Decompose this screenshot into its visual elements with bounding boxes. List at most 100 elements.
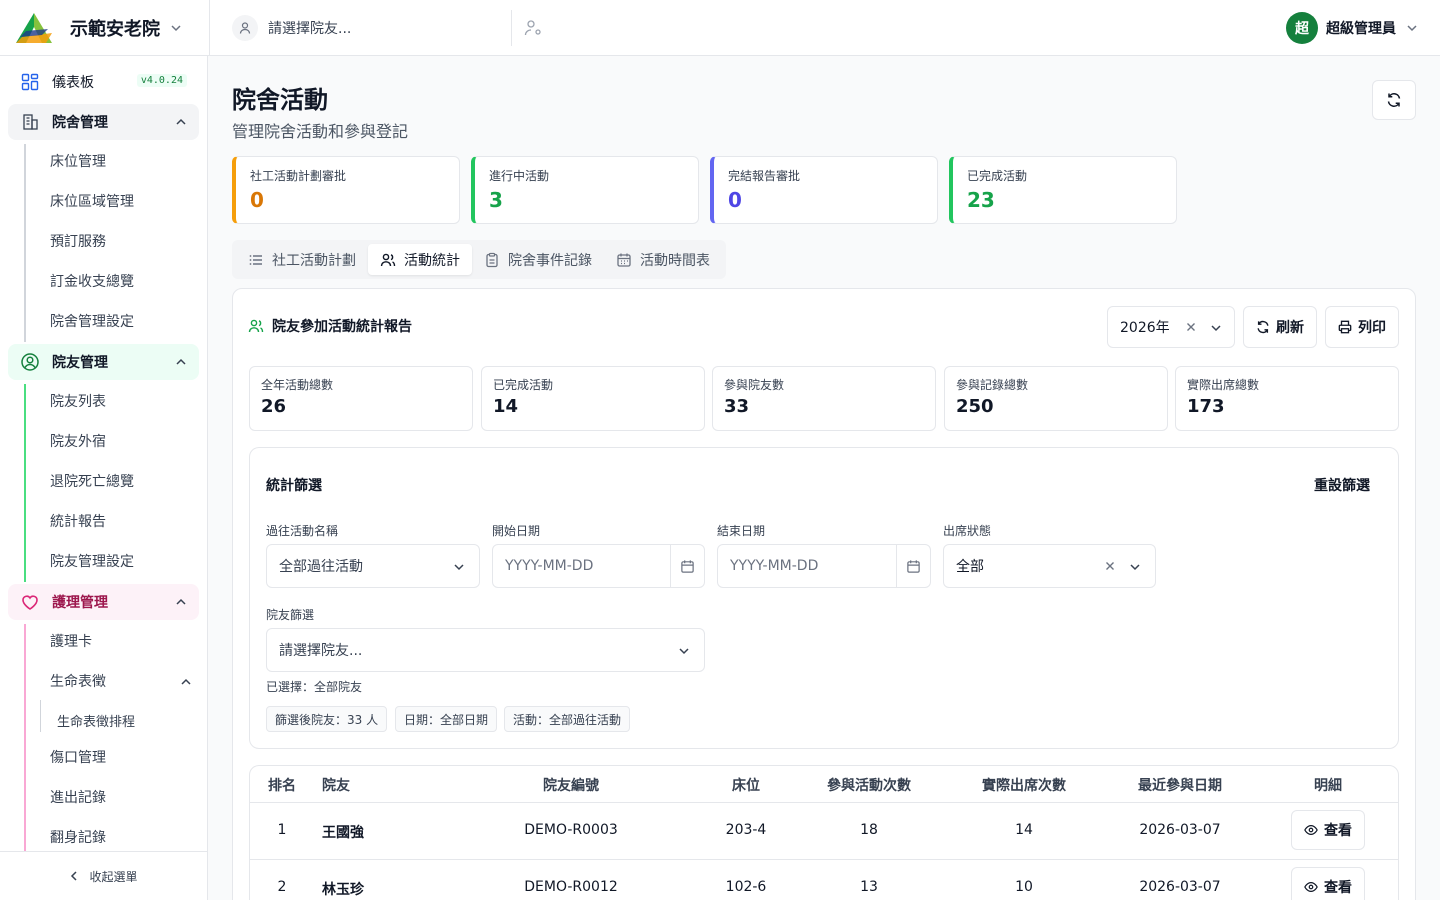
sidebar-group-residents[interactable]: 院友管理 (8, 344, 199, 380)
stat-card-plan-approval[interactable]: 社工活動計劃審批 0 (232, 156, 460, 224)
summary-card-attendance: 實際出席總數 173 (1175, 366, 1399, 431)
tab-incident-records[interactable]: 院舍事件記錄 (472, 244, 604, 275)
print-label: 列印 (1358, 320, 1386, 336)
resident-filter-label: 院友篩選 (266, 608, 315, 622)
clear-icon[interactable] (1103, 559, 1117, 573)
facility-name: 示範安老院 (70, 18, 160, 40)
sidebar-item-bed-area[interactable]: 床位區域管理 (50, 192, 134, 212)
collapse-label: 收起選單 (89, 869, 138, 884)
summary-card-total: 全年活動總數 26 (249, 366, 473, 431)
sidebar-item-label: 儀表板 (52, 75, 94, 91)
resident-selector[interactable]: 請選擇院友... (232, 9, 512, 46)
summary-label: 參與院友數 (724, 378, 785, 392)
clear-icon[interactable] (1184, 320, 1198, 334)
activity-label: 過往活動名稱 (266, 524, 339, 538)
status-select[interactable]: 全部 (943, 544, 1156, 588)
cell-rank: 2 (277, 879, 287, 895)
year-select[interactable]: 2026年 (1107, 306, 1235, 348)
sidebar-item-vital-signs[interactable]: 生命表徵 (50, 672, 106, 692)
tab-label: 活動統計 (404, 252, 460, 269)
summary-label: 全年活動總數 (261, 378, 334, 392)
refresh-button[interactable]: 刷新 (1243, 306, 1317, 348)
view-button[interactable]: 查看 (1291, 867, 1365, 900)
sidebar-item-booking[interactable]: 預訂服務 (50, 232, 106, 252)
cell-name: 王國強 (322, 825, 364, 841)
cell-joined: 18 (860, 822, 878, 838)
stat-value: 0 (250, 188, 264, 212)
cell-attended: 14 (1015, 822, 1033, 838)
sidebar-group-line (24, 384, 26, 582)
sidebar: 儀表板 v4.0.24 院舍管理 床位管理 床位區域管理 預訂服務 訂金收支總覽… (0, 56, 208, 900)
tab-schedule[interactable]: 活動時間表 (604, 244, 722, 275)
sidebar-item-vital-schedule[interactable]: 生命表徵排程 (57, 711, 135, 730)
stat-card-completed[interactable]: 已完成活動 23 (949, 156, 1177, 224)
view-label: 查看 (1324, 880, 1352, 896)
sidebar-group-label: 院舍管理 (52, 115, 108, 131)
filter-section (249, 447, 1399, 749)
sidebar-group-facility[interactable]: 院舍管理 (8, 104, 199, 140)
resident-filter-select[interactable]: 請選擇院友... (266, 628, 705, 672)
end-date-field[interactable]: YYYY-MM-DD (717, 544, 931, 588)
user-name: 超級管理員 (1326, 21, 1396, 37)
sidebar-item-discharge[interactable]: 退院死亡總覽 (50, 472, 134, 492)
sidebar-item-bed-management[interactable]: 床位管理 (50, 152, 106, 172)
refresh-label: 刷新 (1276, 320, 1304, 336)
heart-icon (20, 592, 40, 612)
reset-filter-button[interactable]: 重設篩選 (1314, 475, 1370, 495)
start-date-field[interactable]: YYYY-MM-DD (492, 544, 705, 588)
column-header-detail: 明細 (1314, 778, 1342, 794)
end-date-label: 結束日期 (717, 524, 766, 538)
tab-activity-stats[interactable]: 活動統計 (368, 244, 472, 275)
resident-selector-placeholder: 請選擇院友... (268, 20, 352, 37)
column-header-id: 院友編號 (543, 778, 599, 794)
sidebar-item-dashboard[interactable]: 儀表板 v4.0.24 (8, 64, 199, 100)
filter-chip: 日期：全部日期 (395, 706, 498, 732)
user-settings-icon[interactable] (522, 17, 544, 39)
stat-label: 已完成活動 (967, 169, 1028, 183)
facility-switcher[interactable]: 示範安老院 (0, 0, 210, 56)
divider (250, 859, 1398, 860)
sidebar-item-deposit[interactable]: 訂金收支總覽 (50, 272, 134, 292)
filter-title: 統計篩選 (266, 478, 322, 494)
cell-bed: 102-6 (725, 879, 767, 895)
print-button[interactable]: 列印 (1325, 306, 1399, 348)
sidebar-item-wound[interactable]: 傷口管理 (50, 748, 106, 768)
user-menu[interactable]: 超 超級管理員 (1286, 12, 1418, 44)
sidebar-nav[interactable]: 儀表板 v4.0.24 院舍管理 床位管理 床位區域管理 預訂服務 訂金收支總覽… (0, 56, 207, 851)
calendar-icon[interactable] (896, 545, 930, 587)
sidebar-item-resident-list[interactable]: 院友列表 (50, 392, 106, 412)
chevron-up-icon (176, 598, 186, 605)
cell-name: 林玉珍 (322, 882, 364, 898)
sidebar-item-turning[interactable]: 翻身記錄 (50, 828, 106, 848)
summary-label: 參與記錄總數 (956, 378, 1029, 392)
stat-label: 進行中活動 (489, 169, 550, 183)
activity-select[interactable]: 全部過往活動 (266, 544, 480, 588)
selected-summary: 已選擇：全部院友 (266, 680, 363, 694)
chevron-down-icon (454, 564, 464, 571)
stat-card-ongoing[interactable]: 進行中活動 3 (471, 156, 699, 224)
sidebar-item-resident-settings[interactable]: 院友管理設定 (50, 552, 134, 572)
sidebar-item-stats-report[interactable]: 統計報告 (50, 512, 106, 532)
users-icon (248, 318, 264, 334)
view-button[interactable]: 查看 (1291, 810, 1365, 850)
users-icon (380, 252, 396, 268)
calendar-icon[interactable] (670, 545, 704, 587)
divider (250, 802, 1398, 803)
sidebar-group-nursing[interactable]: 護理管理 (8, 584, 199, 620)
clipboard-icon (484, 252, 500, 268)
sidebar-item-resident-leave[interactable]: 院友外宿 (50, 432, 106, 452)
chevron-up-icon[interactable] (180, 676, 192, 688)
chevron-left-icon (71, 871, 78, 881)
sidebar-item-facility-settings[interactable]: 院舍管理設定 (50, 312, 134, 332)
sidebar-item-care-card[interactable]: 護理卡 (50, 632, 92, 652)
sidebar-group-label: 院友管理 (52, 355, 108, 371)
end-date-placeholder: YYYY-MM-DD (730, 558, 819, 574)
tab-bar: 社工活動計劃 活動統計 院舍事件記錄 活動時間表 (232, 240, 726, 279)
sidebar-item-inout[interactable]: 進出記錄 (50, 788, 106, 808)
page-refresh-button[interactable] (1372, 80, 1416, 120)
summary-label: 已完成活動 (493, 378, 554, 392)
stat-card-report-approval[interactable]: 完結報告審批 0 (710, 156, 938, 224)
chevron-down-icon (171, 24, 181, 31)
tab-social-plan[interactable]: 社工活動計劃 (236, 244, 368, 275)
collapse-sidebar-button[interactable]: 收起選單 (0, 851, 207, 900)
